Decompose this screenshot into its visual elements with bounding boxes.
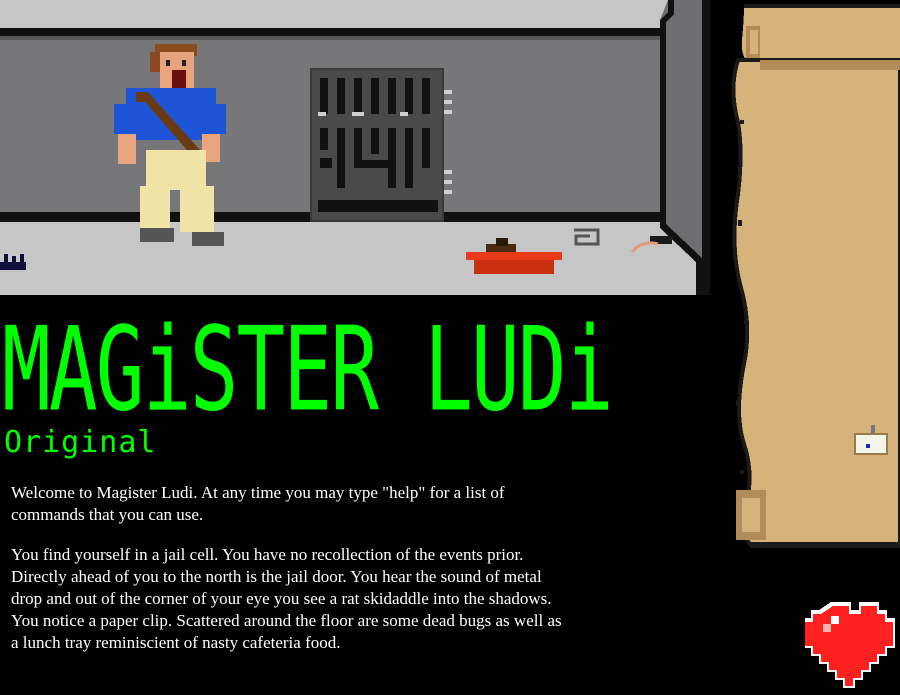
jail-door[interactable] <box>310 68 452 222</box>
room-description-paragraph: You find yourself in a jail cell. You ha… <box>11 545 562 652</box>
player-location-marker <box>854 425 888 455</box>
map-scroll <box>710 0 900 560</box>
game-scene <box>0 0 710 295</box>
game-title: MAGiSTER LUDi <box>2 301 614 438</box>
welcome-paragraph: Welcome to Magister Ludi. At any time yo… <box>11 483 505 524</box>
narrative-text: Welcome to Magister Ludi. At any time yo… <box>11 482 571 672</box>
heart-icon <box>803 598 900 690</box>
game-subtitle: Original <box>4 425 157 460</box>
